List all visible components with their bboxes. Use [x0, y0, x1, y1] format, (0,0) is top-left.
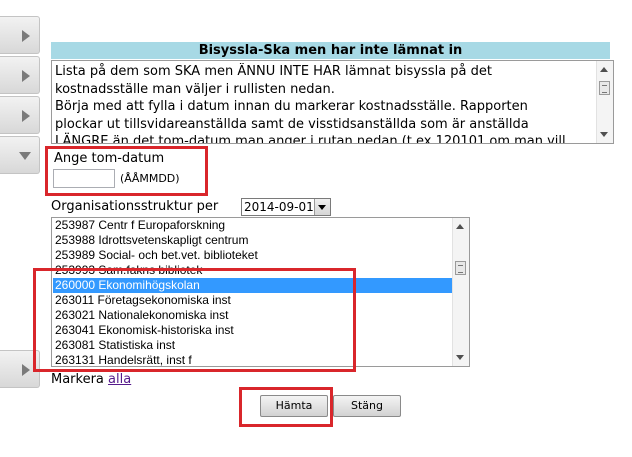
expand-arrow-icon — [22, 110, 30, 122]
scroll-thumb[interactable] — [599, 81, 610, 95]
sidebar-button-4[interactable] — [0, 136, 40, 174]
description-text: Lista på dem som SKA men ÄNNU INTE HAR l… — [55, 64, 566, 143]
scroll-down-icon[interactable] — [456, 355, 464, 360]
expand-arrow-icon — [22, 30, 30, 42]
select-all-label: Markera — [51, 372, 104, 387]
expand-arrow-icon — [22, 70, 30, 82]
list-item[interactable]: 253988 Idrottsvetenskapligt centrum — [53, 233, 455, 248]
close-button[interactable]: Stäng — [333, 395, 401, 417]
list-item[interactable]: 253989 Social- och bet.vet. biblioteket — [53, 248, 455, 263]
chevron-down-icon[interactable] — [314, 199, 330, 215]
description-textarea[interactable]: Lista på dem som SKA men ÄNNU INTE HAR l… — [51, 60, 614, 144]
scroll-down-icon[interactable] — [600, 132, 608, 137]
org-list-scrollbar[interactable] — [452, 218, 469, 366]
sidebar-button-3[interactable] — [0, 96, 40, 134]
expand-arrow-icon — [22, 364, 30, 376]
select-all-link[interactable]: alla — [108, 372, 131, 387]
sidebar-button-2[interactable] — [0, 56, 40, 94]
scroll-thumb[interactable] — [455, 261, 466, 275]
org-date-value: 2014-09-01 — [244, 200, 314, 214]
org-structure-label: Organisationsstruktur per — [51, 199, 219, 214]
page-title: Bisyssla-Ska men har inte lämnat in — [51, 42, 610, 59]
scroll-up-icon[interactable] — [456, 224, 464, 229]
org-date-select[interactable]: 2014-09-01 — [241, 198, 331, 216]
description-scrollbar[interactable] — [596, 61, 613, 143]
sidebar-button-1[interactable] — [0, 16, 40, 54]
scroll-up-icon[interactable] — [600, 67, 608, 72]
tom-date-highlight — [45, 146, 208, 196]
fetch-button-highlight — [239, 387, 333, 427]
list-item[interactable]: 253987 Centr f Europaforskning — [53, 218, 455, 233]
collapse-arrow-icon — [19, 152, 31, 160]
select-all-row: Markera alla — [51, 372, 131, 387]
org-list-highlight — [33, 268, 356, 372]
